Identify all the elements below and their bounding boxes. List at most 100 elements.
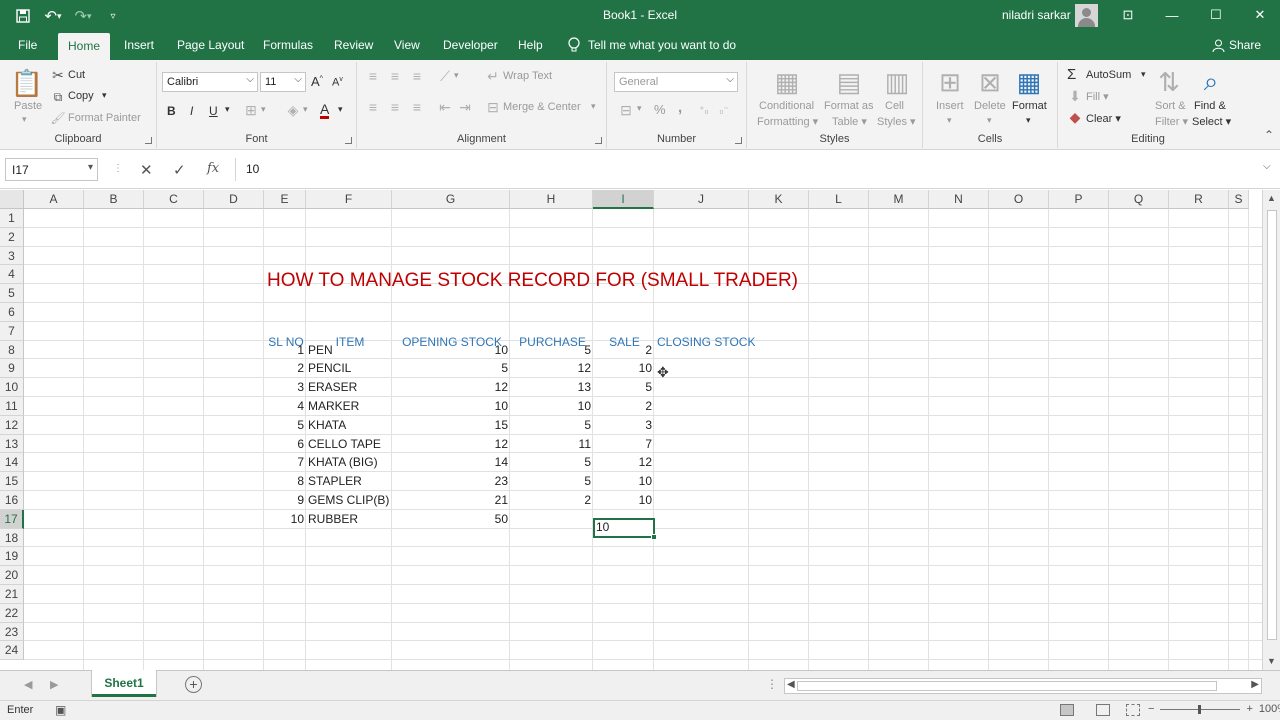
prev-sheet-icon[interactable]: ◀: [24, 678, 32, 691]
paste-button[interactable]: Paste: [14, 100, 42, 112]
cell-item[interactable]: ERASER: [306, 380, 392, 394]
cell-purchase[interactable]: 12: [510, 361, 593, 375]
row-header-8[interactable]: 8: [0, 340, 24, 360]
align-right-icon[interactable]: ≡: [409, 99, 425, 115]
tab-splitter-icon[interactable]: ⋮: [766, 677, 778, 691]
column-header-o[interactable]: O: [989, 190, 1049, 209]
find-select-icon[interactable]: ⌕: [1196, 66, 1226, 98]
font-color-dropdown-icon[interactable]: ▾: [338, 104, 343, 115]
row-header-4[interactable]: 4: [0, 265, 24, 285]
page-break-view-icon[interactable]: [1126, 704, 1140, 716]
accounting-dropdown-icon[interactable]: ▾: [637, 103, 642, 114]
spreadsheet-grid[interactable]: ABCDEFGHIJKLMNOPQRS 1 2 3 4 5 6 7 8 9 10 11 12 13 14 1…: [0, 190, 1280, 670]
scroll-right-icon[interactable]: ▶: [1251, 679, 1259, 690]
format-as-table-button-line2[interactable]: Table ▾: [832, 115, 867, 128]
format-as-table-icon[interactable]: ▤: [833, 66, 865, 98]
sort-filter-button-line2[interactable]: Filter ▾: [1155, 115, 1188, 128]
cell-purchase[interactable]: 11: [510, 437, 593, 451]
column-header-d[interactable]: D: [204, 190, 264, 209]
close-icon[interactable]: ✕: [1238, 0, 1280, 30]
row-header-22[interactable]: 22: [0, 603, 24, 623]
horizontal-scroll-thumb[interactable]: [797, 681, 1217, 691]
row-header-18[interactable]: 18: [0, 528, 24, 548]
zoom-out-icon[interactable]: −: [1148, 703, 1154, 715]
cell-purchase[interactable]: 10: [510, 399, 593, 413]
tab-review[interactable]: Review: [334, 38, 373, 52]
column-header-c[interactable]: C: [144, 190, 204, 209]
column-header-m[interactable]: M: [869, 190, 929, 209]
customize-qat-icon[interactable]: ▿: [100, 5, 126, 27]
cell-sale[interactable]: 5: [593, 380, 654, 394]
format-cells-button[interactable]: Format: [1012, 100, 1047, 112]
page-layout-view-icon[interactable]: [1096, 704, 1110, 716]
sheet-tab-sheet1[interactable]: Sheet1: [92, 670, 156, 697]
cell-sl-no[interactable]: 1: [264, 343, 306, 357]
font-size-select[interactable]: 11 ⌵: [260, 72, 306, 92]
orientation-icon[interactable]: ⟋: [437, 68, 453, 84]
cell-purchase[interactable]: 5: [510, 474, 593, 488]
row-header-2[interactable]: 2: [0, 227, 24, 247]
ribbon-display-options-icon[interactable]: ⊡: [1106, 0, 1150, 30]
column-header-l[interactable]: L: [809, 190, 869, 209]
cell-item[interactable]: KHATA (BIG): [306, 455, 392, 469]
wrap-text-button[interactable]: Wrap Text: [503, 70, 552, 82]
vertical-scroll-thumb[interactable]: [1267, 210, 1277, 640]
insert-dropdown-icon[interactable]: ▾: [947, 115, 952, 126]
copy-button[interactable]: Copy: [68, 90, 94, 102]
merge-center-icon[interactable]: ⊟: [485, 99, 501, 115]
shrink-font-icon[interactable]: Av: [332, 76, 343, 89]
column-header-q[interactable]: Q: [1109, 190, 1169, 209]
align-left-icon[interactable]: ≡: [365, 99, 381, 115]
share-button[interactable]: Share: [1212, 38, 1261, 52]
column-header-a[interactable]: A: [24, 190, 84, 209]
eraser-icon[interactable]: ◆: [1068, 109, 1082, 125]
row-header-12[interactable]: 12: [0, 415, 24, 435]
row-header-14[interactable]: 14: [0, 453, 24, 473]
row-header-3[interactable]: 3: [0, 246, 24, 266]
find-select-button[interactable]: Find &: [1194, 100, 1226, 112]
cell-opening-stock[interactable]: 10: [392, 399, 510, 413]
clear-button[interactable]: Clear ▾: [1086, 112, 1121, 125]
cell-item[interactable]: PENCIL: [306, 361, 392, 375]
tab-developer[interactable]: Developer: [443, 38, 498, 52]
cut-button[interactable]: Cut: [68, 69, 85, 81]
cell-opening-stock[interactable]: 12: [392, 380, 510, 394]
row-header-10[interactable]: 10: [0, 378, 24, 397]
fill-color-icon[interactable]: ◈: [285, 102, 301, 118]
row-header-20[interactable]: 20: [0, 566, 24, 585]
redo-icon[interactable]: ↷ ▾: [70, 5, 96, 27]
cell-opening-stock[interactable]: 12: [392, 437, 510, 451]
fill-button[interactable]: Fill ▾: [1086, 90, 1109, 103]
borders-dropdown-icon[interactable]: ▾: [261, 104, 266, 115]
autosum-dropdown-icon[interactable]: ▾: [1141, 69, 1146, 80]
cell-sl-no[interactable]: 8: [264, 474, 306, 488]
cell-purchase[interactable]: 5: [510, 418, 593, 432]
wrap-text-icon[interactable]: ↵: [485, 68, 501, 84]
cell-purchase[interactable]: 2: [510, 493, 593, 507]
cell-opening-stock[interactable]: 23: [392, 474, 510, 488]
column-header-s[interactable]: S: [1229, 190, 1249, 209]
copy-icon[interactable]: ⧉: [50, 89, 66, 105]
column-header-n[interactable]: N: [929, 190, 989, 209]
cell-item[interactable]: CELLO TAPE: [306, 437, 392, 451]
conditional-formatting-button-line2[interactable]: Formatting ▾: [757, 115, 818, 128]
cell-sale[interactable]: 10: [593, 474, 654, 488]
cell-sl-no[interactable]: 10: [264, 512, 306, 526]
column-header-h[interactable]: H: [510, 190, 593, 209]
autosum-button[interactable]: AutoSum: [1086, 69, 1131, 81]
cell-item[interactable]: PEN: [306, 343, 392, 357]
select-all-corner[interactable]: [0, 190, 24, 209]
decrease-indent-icon[interactable]: ⇤: [437, 99, 453, 115]
cell-sl-no[interactable]: 6: [264, 437, 306, 451]
font-color-icon[interactable]: A: [320, 102, 330, 119]
tab-formulas[interactable]: Formulas: [263, 38, 313, 52]
cancel-icon[interactable]: ✕: [140, 161, 153, 179]
fill-color-dropdown-icon[interactable]: ▾: [303, 104, 308, 115]
increase-decimal-icon[interactable]: ⁺₀: [695, 102, 713, 118]
zoom-control[interactable]: − + 100%: [1148, 703, 1280, 715]
fill-icon[interactable]: ⬇: [1068, 88, 1082, 104]
zoom-slider[interactable]: [1160, 704, 1241, 714]
minimize-icon[interactable]: —: [1150, 0, 1194, 30]
zoom-in-icon[interactable]: +: [1246, 703, 1252, 715]
number-format-select[interactable]: General ⌵: [614, 72, 738, 92]
